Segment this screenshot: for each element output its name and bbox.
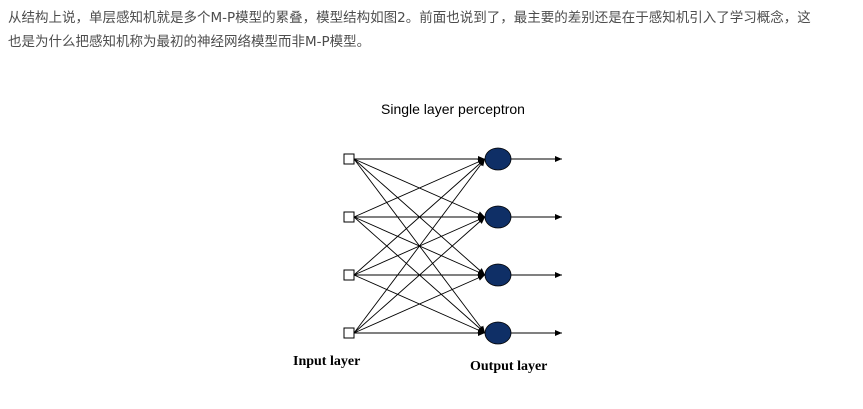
perceptron-diagram: Single layer perceptron Input layer Outp… xyxy=(293,101,562,374)
output-nodes xyxy=(484,147,512,345)
input-nodes xyxy=(343,153,355,339)
input-node xyxy=(343,211,355,223)
output-node xyxy=(484,147,512,171)
figure-title: Single layer perceptron xyxy=(381,101,525,117)
connection-lines xyxy=(353,156,486,336)
input-layer-label: Input layer xyxy=(293,354,360,369)
output-arrows xyxy=(510,156,562,336)
input-node xyxy=(343,327,355,339)
input-node xyxy=(343,153,355,165)
output-node xyxy=(484,263,512,287)
output-layer-label: Output layer xyxy=(470,359,547,374)
article-page: 从结构上说，单层感知机就是多个M-P模型的累叠，模型结构如图2。前面也说到了，最… xyxy=(0,0,863,409)
output-node xyxy=(484,321,512,345)
input-node xyxy=(343,269,355,281)
output-node xyxy=(484,205,512,229)
